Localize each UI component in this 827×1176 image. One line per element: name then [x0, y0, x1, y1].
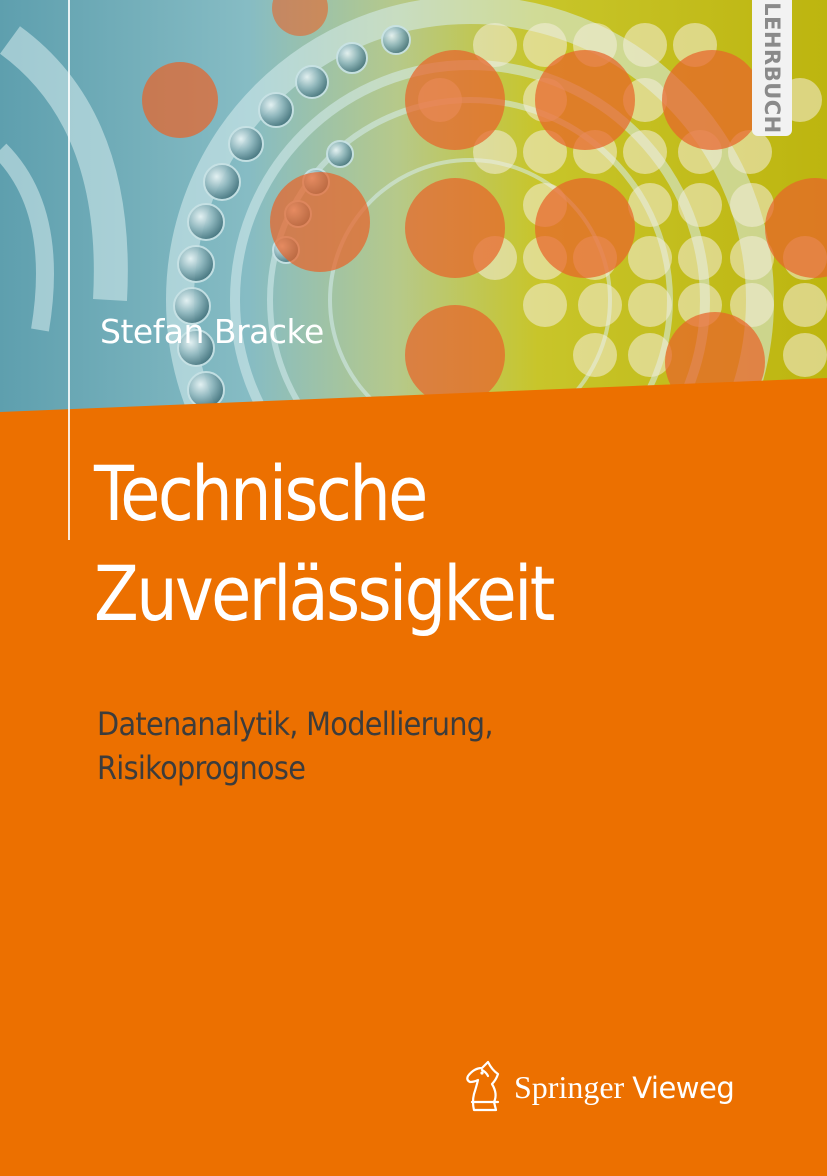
lehrbuch-badge-label: LEHRBUCH: [760, 2, 784, 134]
springer-horse-icon: [466, 1060, 500, 1112]
book-title: Technische Zuverlässigkeit: [94, 444, 748, 644]
publisher-name: Springer Vieweg: [514, 1069, 735, 1106]
publisher-imprint: Vieweg: [632, 1071, 735, 1105]
author-name: Stefan Bracke: [100, 312, 324, 351]
lehrbuch-badge-label-wrap: LEHRBUCH: [752, 0, 792, 136]
publisher-springer: Springer: [514, 1069, 625, 1105]
book-subtitle-line-2: Risikoprognose: [97, 749, 306, 787]
book-title-line-1: Technische: [94, 449, 428, 538]
publisher-logo: Springer Vieweg: [462, 1058, 792, 1114]
vertical-rule: [68, 0, 70, 540]
book-subtitle: Datenanalytik, Modellierung, Risikoprogn…: [97, 702, 565, 790]
book-title-line-2: Zuverlässigkeit: [94, 549, 555, 638]
book-subtitle-line-1: Datenanalytik, Modellierung,: [97, 705, 494, 743]
book-cover: LEHRBUCH Stefan Bracke Technische Zuverl…: [0, 0, 827, 1176]
